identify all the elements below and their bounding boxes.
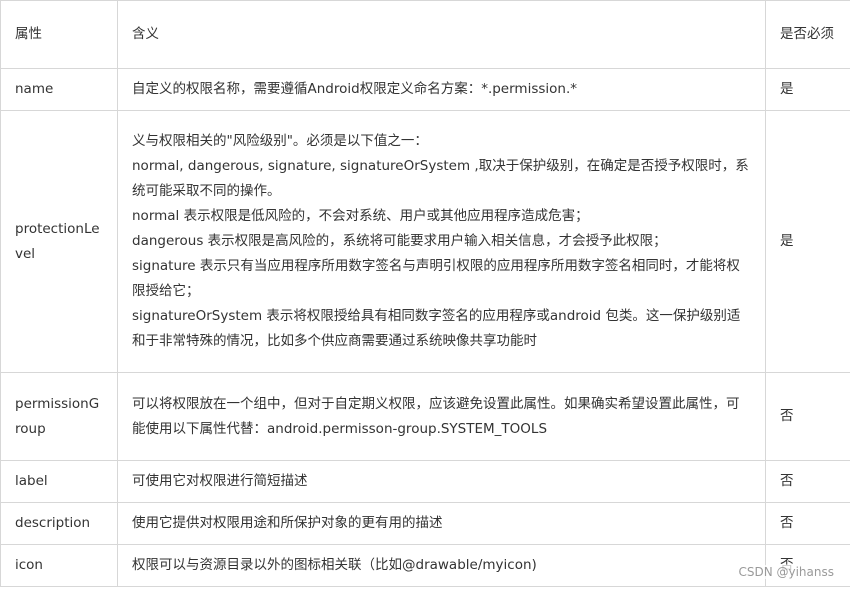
attr-desc: 使用它提供对权限用途和所保护对象的更有用的描述 (117, 502, 766, 545)
attr-name: protectionLevel (0, 110, 118, 373)
attr-desc: 自定义的权限名称，需要遵循Android权限定义命名方案：*.permissio… (117, 68, 766, 111)
attr-name: description (0, 502, 118, 545)
attr-desc: 可使用它对权限进行简短描述 (117, 460, 766, 503)
table-header-row: 属性 含义 是否必须 (0, 0, 850, 69)
desc-line: normal, dangerous, signature, signatureO… (132, 158, 749, 199)
attr-desc: 义与权限相关的"风险级别"。必须是以下值之一： normal, dangerou… (117, 110, 766, 373)
attr-name: permissionGroup (0, 372, 118, 461)
header-meaning: 含义 (117, 0, 766, 69)
watermark: CSDN @yihanss (736, 565, 836, 579)
table-row: description 使用它提供对权限用途和所保护对象的更有用的描述 否 (0, 502, 850, 545)
table-row: protectionLevel 义与权限相关的"风险级别"。必须是以下值之一： … (0, 110, 850, 373)
attr-name: label (0, 460, 118, 503)
attr-required: 是 (765, 68, 850, 111)
attr-required: 否 (765, 502, 850, 545)
header-required: 是否必须 (765, 0, 850, 69)
table-row: name 自定义的权限名称，需要遵循Android权限定义命名方案：*.perm… (0, 68, 850, 111)
desc-line: signatureOrSystem 表示将权限授给具有相同数字签名的应用程序或a… (132, 308, 741, 349)
desc-line: 义与权限相关的"风险级别"。必须是以下值之一： (132, 133, 428, 149)
desc-line: 权限可以与资源目录以外的图标相关联（比如@drawable/myicon) (132, 557, 537, 573)
desc-line: 使用它提供对权限用途和所保护对象的更有用的描述 (132, 515, 443, 531)
attr-name: name (0, 68, 118, 111)
attr-required: 否 (765, 372, 850, 461)
attr-required: 否 (765, 460, 850, 503)
attribute-table: 属性 含义 是否必须 name 自定义的权限名称，需要遵循Android权限定义… (0, 0, 850, 587)
attr-desc: 可以将权限放在一个组中，但对于自定期义权限，应该避免设置此属性。如果确实希望设置… (117, 372, 766, 461)
desc-line: dangerous 表示权限是高风险的，系统将可能要求用户输入相关信息，才会授予… (132, 233, 667, 249)
attr-required: 是 (765, 110, 850, 373)
desc-line: 可使用它对权限进行简短描述 (132, 473, 308, 489)
attr-name: icon (0, 544, 118, 587)
desc-line: 可以将权限放在一个组中，但对于自定期义权限，应该避免设置此属性。如果确实希望设置… (132, 395, 740, 437)
desc-line: 自定义的权限名称，需要遵循Android权限定义命名方案：*.permissio… (132, 81, 577, 97)
table-row: icon 权限可以与资源目录以外的图标相关联（比如@drawable/myico… (0, 544, 850, 587)
desc-line: normal 表示权限是低风险的，不会对系统、用户或其他应用程序造成危害； (132, 208, 589, 224)
desc-line: signature 表示只有当应用程序所用数字签名与声明引权限的应用程序所用数字… (132, 258, 740, 299)
table-row: label 可使用它对权限进行简短描述 否 (0, 460, 850, 503)
attr-desc: 权限可以与资源目录以外的图标相关联（比如@drawable/myicon) (117, 544, 766, 587)
table-row: permissionGroup 可以将权限放在一个组中，但对于自定期义权限，应该… (0, 372, 850, 461)
header-attr: 属性 (0, 0, 118, 69)
